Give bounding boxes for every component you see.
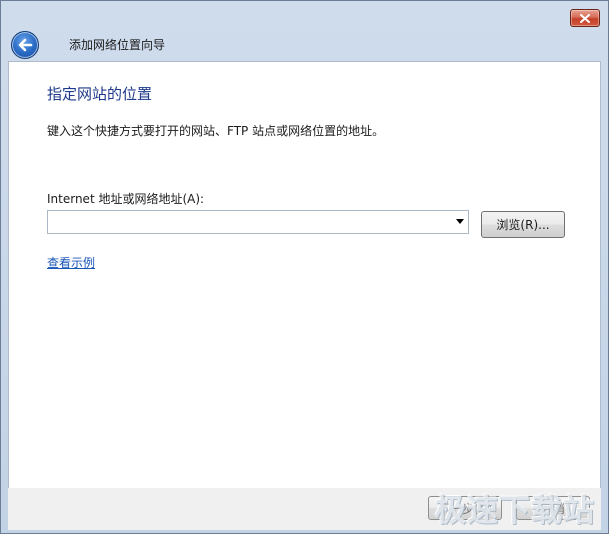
address-label: Internet 地址或网络地址(A): — [47, 192, 205, 206]
back-button[interactable] — [11, 31, 39, 59]
address-combobox[interactable] — [47, 210, 469, 234]
next-button[interactable]: 下一步(N) — [428, 496, 502, 520]
wizard-window: 添加网络位置向导 指定网站的位置 键入这个快捷方式要打开的网站、FTP 站点或网… — [0, 0, 609, 534]
address-input[interactable] — [48, 211, 452, 233]
close-button[interactable] — [570, 9, 600, 27]
title-bar: 添加网络位置向导 — [1, 1, 608, 59]
window-title: 添加网络位置向导 — [69, 38, 166, 52]
close-icon — [580, 13, 590, 23]
view-example-link[interactable]: 查看示例 — [47, 254, 95, 271]
page-description: 键入这个快捷方式要打开的网站、FTP 站点或网络位置的地址。 — [47, 124, 385, 138]
wizard-content: 指定网站的位置 键入这个快捷方式要打开的网站、FTP 站点或网络位置的地址。 I… — [8, 61, 601, 489]
dropdown-arrow-icon[interactable] — [456, 219, 464, 224]
back-arrow-icon — [18, 38, 33, 52]
cancel-button[interactable]: 取消 — [516, 496, 590, 520]
wizard-footer: 下一步(N) 取消 — [8, 488, 601, 530]
browse-button[interactable]: 浏览(R)... — [481, 211, 565, 238]
page-heading: 指定网站的位置 — [47, 85, 153, 103]
